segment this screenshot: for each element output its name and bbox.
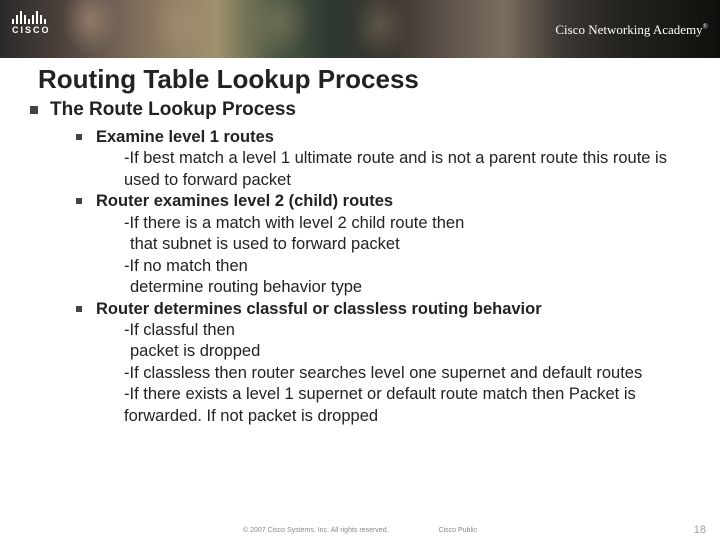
cisco-bars-icon [12, 8, 51, 24]
item-sub: -If there exists a level 1 supernet or d… [124, 384, 690, 427]
level1-bullet: The Route Lookup Process [30, 99, 690, 121]
page-number: 18 [694, 524, 706, 536]
footer-classification: Cisco Public [439, 527, 478, 534]
list-item: Examine level 1 routes -If best match a … [76, 127, 690, 191]
item-content: Examine level 1 routes -If best match a … [96, 127, 690, 191]
slide-title: Routing Table Lookup Process [38, 64, 690, 95]
item-sub: determine routing behavior type [130, 277, 464, 298]
item-head: Examine level 1 routes [96, 128, 274, 146]
square-bullet-icon [30, 106, 38, 114]
academy-label: Cisco Networking Academy® [555, 22, 708, 38]
item-content: Router examines level 2 (child) routes -… [96, 191, 464, 298]
item-sub: -If there is a match with level 2 child … [124, 213, 464, 234]
header-banner: CISCO Cisco Networking Academy® [0, 0, 720, 58]
cisco-logo: CISCO [12, 8, 51, 35]
square-bullet-icon [76, 306, 82, 312]
square-bullet-icon [76, 134, 82, 140]
item-sub: -If no match then [124, 256, 464, 277]
list-item: Router determines classful or classless … [76, 299, 690, 428]
slide-body: Routing Table Lookup Process The Route L… [0, 58, 720, 427]
footer: © 2007 Cisco Systems, Inc. All rights re… [0, 527, 720, 534]
item-sub: that subnet is used to forward packet [130, 234, 464, 255]
cisco-logo-text: CISCO [12, 26, 51, 35]
item-sub: -If best match a level 1 ultimate route … [124, 148, 690, 191]
item-head: Router examines level 2 (child) routes [96, 192, 393, 210]
item-head: Router determines classful or classless … [96, 300, 542, 318]
level2-list: Examine level 1 routes -If best match a … [76, 127, 690, 427]
item-sub: -If classless then router searches level… [124, 363, 690, 384]
square-bullet-icon [76, 198, 82, 204]
list-item: Router examines level 2 (child) routes -… [76, 191, 690, 298]
level1-heading: The Route Lookup Process [50, 99, 296, 121]
footer-copyright: © 2007 Cisco Systems, Inc. All rights re… [243, 527, 389, 534]
item-sub: packet is dropped [130, 341, 690, 362]
item-content: Router determines classful or classless … [96, 299, 690, 428]
item-sub: -If classful then [124, 320, 690, 341]
